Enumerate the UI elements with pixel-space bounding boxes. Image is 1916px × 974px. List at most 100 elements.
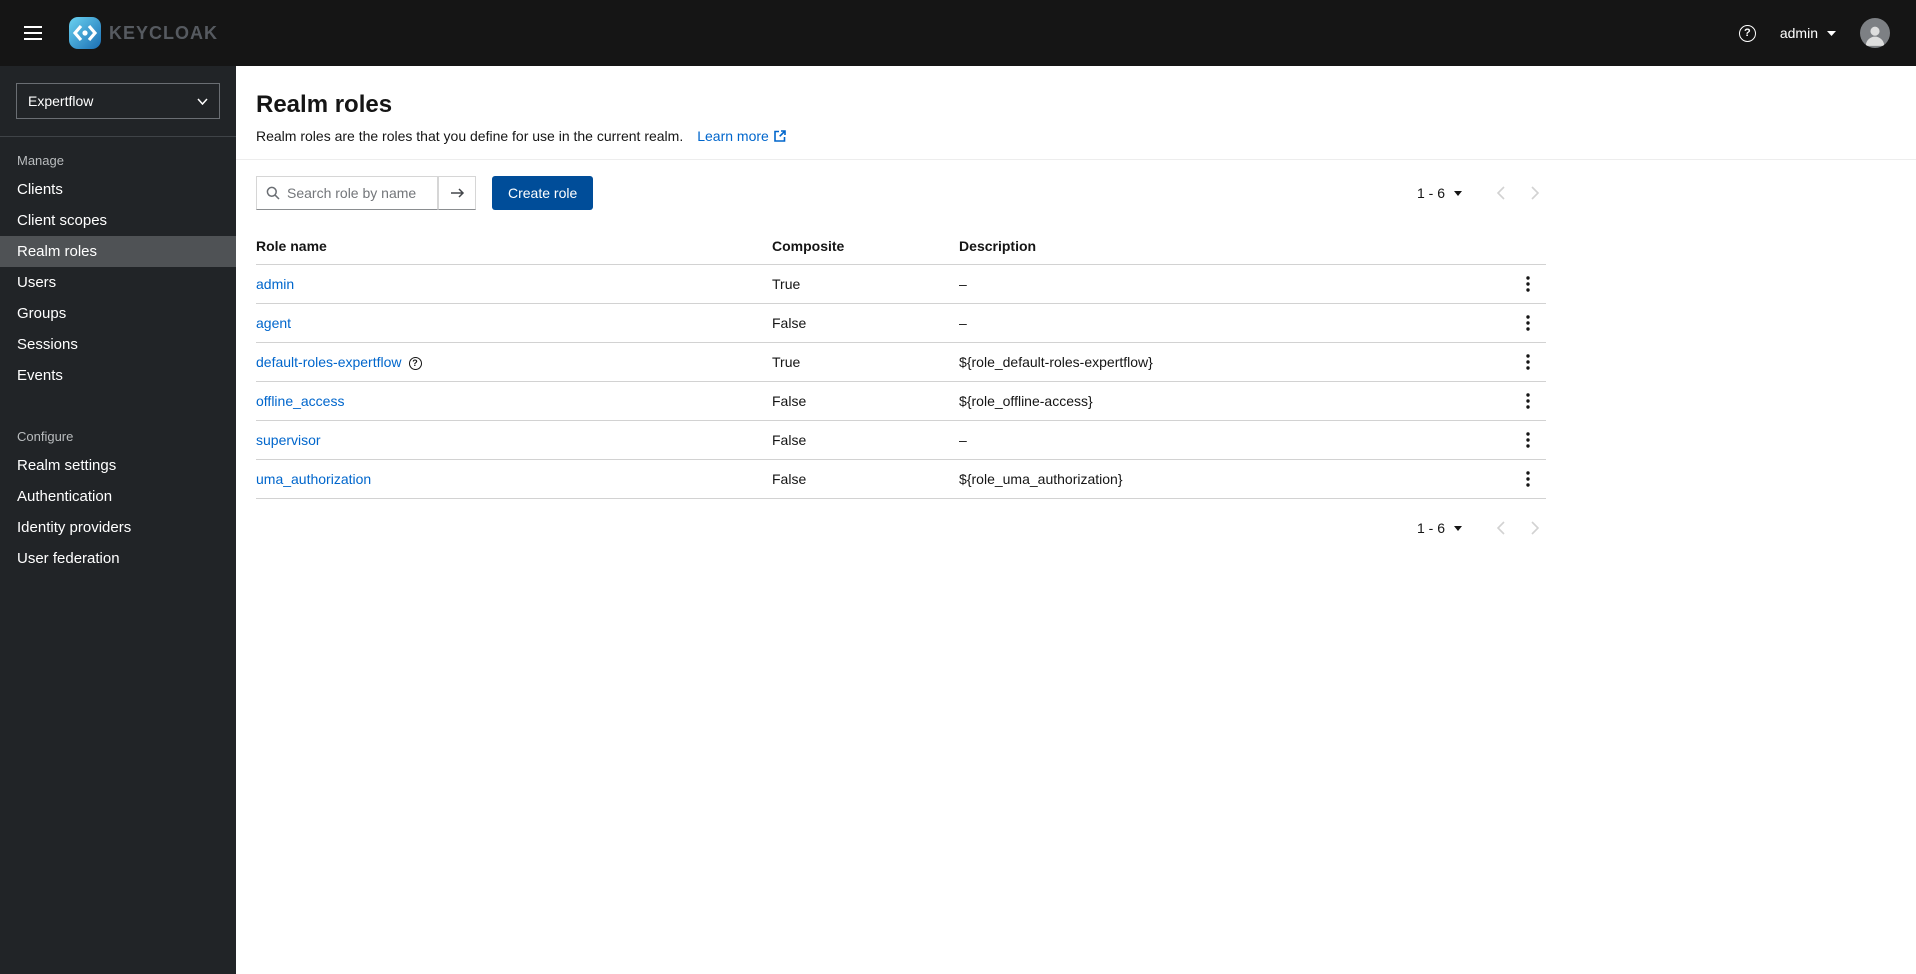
kebab-icon (1526, 276, 1530, 292)
app-root: KEYCLOAK ? admin Expertflow Manage Clien… (0, 0, 1916, 974)
sidebar-item-realm-roles[interactable]: Realm roles (0, 236, 236, 267)
kebab-menu-button[interactable] (1516, 467, 1540, 491)
sidebar: Expertflow Manage Clients Client scopes … (0, 66, 236, 974)
sidebar-item-groups[interactable]: Groups (0, 298, 236, 329)
kebab-menu-button[interactable] (1516, 311, 1540, 335)
content-section: Create role 1 - 6 (236, 160, 1566, 542)
role-link[interactable]: admin (256, 276, 294, 292)
search-icon (266, 186, 280, 200)
kebab-menu-button[interactable] (1516, 272, 1540, 296)
composite-cell: False (772, 420, 960, 460)
pagination-top: 1 - 6 (1409, 179, 1546, 207)
layout: Expertflow Manage Clients Client scopes … (0, 66, 1916, 974)
column-header-actions (1498, 228, 1546, 265)
hamburger-menu-button[interactable] (18, 20, 48, 46)
chevron-left-icon (1496, 521, 1505, 535)
toolbar: Create role 1 - 6 (256, 176, 1546, 210)
question-circle-icon: ? (1738, 24, 1756, 42)
composite-cell: False (772, 459, 960, 499)
pagination-prev-button[interactable] (1490, 515, 1511, 541)
composite-cell: False (772, 303, 960, 343)
avatar[interactable] (1860, 18, 1890, 48)
role-link[interactable]: supervisor (256, 432, 321, 448)
table-row: uma_authorization False ${role_uma_autho… (256, 459, 1546, 499)
header: KEYCLOAK ? admin (0, 0, 1916, 66)
pagination-next-button[interactable] (1525, 180, 1546, 206)
sidebar-nav: Manage Clients Client scopes Realm roles… (0, 137, 236, 574)
create-role-button[interactable]: Create role (492, 176, 594, 210)
pagination-bottom: 1 - 6 (256, 514, 1546, 542)
sidebar-item-sessions[interactable]: Sessions (0, 329, 236, 360)
role-link[interactable]: offline_access (256, 393, 344, 409)
page-title: Realm roles (256, 91, 393, 118)
nav-section-manage: Manage Clients Client scopes Realm roles… (0, 137, 236, 391)
brand-wordmark: KEYCLOAK (109, 22, 219, 43)
chevron-left-icon (1496, 186, 1505, 200)
kebab-menu-button[interactable] (1516, 350, 1540, 374)
sidebar-item-user-federation[interactable]: User federation (0, 543, 236, 574)
column-header-composite: Composite (772, 228, 960, 265)
sidebar-item-realm-settings[interactable]: Realm settings (0, 450, 236, 481)
caret-down-icon (1454, 525, 1462, 531)
chevron-right-icon (1531, 186, 1540, 200)
keycloak-logo: KEYCLOAK (68, 16, 218, 50)
sidebar-item-authentication[interactable]: Authentication (0, 481, 236, 512)
realm-name: Expertflow (28, 93, 94, 109)
kebab-menu-button[interactable] (1516, 389, 1540, 413)
column-header-description: Description (959, 228, 1498, 265)
header-actions: ? admin (1738, 18, 1890, 48)
search-box (256, 176, 438, 210)
external-link-icon (774, 130, 786, 142)
pagination-range-toggle[interactable]: 1 - 6 (1409, 179, 1470, 207)
sidebar-item-users[interactable]: Users (0, 267, 236, 298)
kebab-icon (1526, 354, 1530, 370)
nav-section-configure: Configure Realm settings Authentication … (0, 413, 236, 574)
page-header: Realm roles Realm roles are the roles th… (236, 66, 1916, 160)
sidebar-item-clients[interactable]: Clients (0, 174, 236, 205)
sidebar-item-client-scopes[interactable]: Client scopes (0, 205, 236, 236)
search-input[interactable] (287, 185, 428, 201)
table-row: agent False – (256, 303, 1546, 343)
help-icon[interactable]: ? (1738, 24, 1756, 42)
table-header-row: Role name Composite Description (256, 228, 1546, 265)
description-cell: ${role_offline-access} (959, 381, 1498, 421)
role-help-icon[interactable]: ? (408, 356, 422, 370)
keycloak-logo-icon (69, 17, 101, 49)
description-cell: ${role_default-roles-expertflow} (959, 342, 1498, 382)
table-row: admin True – (256, 264, 1546, 304)
description-cell: – (959, 303, 1498, 343)
sidebar-item-identity-providers[interactable]: Identity providers (0, 512, 236, 543)
pagination-prev-button[interactable] (1490, 180, 1511, 206)
composite-cell: True (772, 342, 960, 382)
hamburger-icon (24, 26, 42, 28)
user-name: admin (1779, 25, 1818, 41)
pagination-range-toggle[interactable]: 1 - 6 (1409, 514, 1470, 542)
kebab-icon (1526, 393, 1530, 409)
table-row: supervisor False – (256, 420, 1546, 460)
role-link[interactable]: default-roles-expertflow (256, 354, 402, 370)
arrow-right-icon (450, 188, 464, 198)
realm-selector[interactable]: Expertflow (16, 83, 220, 119)
pagination-next-button[interactable] (1525, 515, 1546, 541)
kebab-icon (1526, 432, 1530, 448)
search-group (256, 176, 476, 210)
user-menu-button[interactable]: admin (1780, 25, 1836, 41)
sidebar-item-events[interactable]: Events (0, 360, 236, 391)
page-description-row: Realm roles are the roles that you defin… (256, 128, 1892, 144)
role-link[interactable]: agent (256, 315, 291, 331)
column-header-role-name: Role name (256, 228, 772, 265)
composite-cell: True (772, 264, 960, 304)
kebab-menu-button[interactable] (1516, 428, 1540, 452)
description-cell: – (959, 264, 1498, 304)
chevron-right-icon (1531, 521, 1540, 535)
main-content: Realm roles Realm roles are the roles th… (236, 66, 1916, 974)
role-link[interactable]: uma_authorization (256, 471, 371, 487)
description-cell: ${role_uma_authorization} (959, 459, 1498, 499)
nav-section-title: Manage (17, 153, 64, 168)
table-row: default-roles-expertflow? True ${role_de… (256, 342, 1546, 382)
kebab-icon (1526, 471, 1530, 487)
caret-down-icon (1454, 190, 1462, 196)
page-description: Realm roles are the roles that you defin… (256, 128, 684, 144)
search-submit-button[interactable] (438, 176, 476, 210)
learn-more-link[interactable]: Learn more (697, 128, 786, 144)
